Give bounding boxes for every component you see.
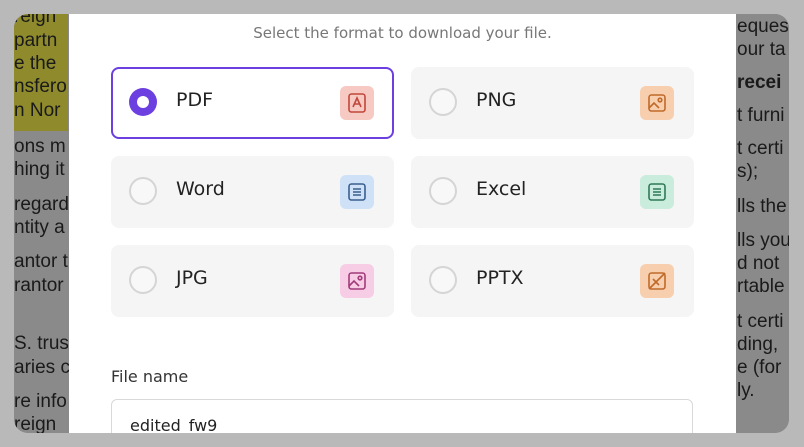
doc-line: t certi (737, 311, 784, 332)
format-option-jpg[interactable]: JPG (111, 245, 394, 317)
doc-line: recei (737, 72, 782, 93)
doc-line: eques (737, 16, 789, 37)
doc-line: n Nor (14, 100, 61, 121)
doc-line: t certi (737, 138, 784, 159)
doc-line: t furni (737, 105, 785, 126)
format-label: PNG (476, 89, 517, 111)
doc-line: reign (14, 414, 57, 433)
radio-button[interactable] (429, 177, 457, 205)
doc-line: rantor (14, 275, 64, 296)
doc-line: regard (14, 194, 69, 215)
spreadsheet-icon (640, 175, 674, 209)
doc-line: reign (14, 14, 57, 27)
format-label: JPG (176, 267, 208, 289)
doc-line: aries c (14, 357, 70, 378)
doc-line: ding, (737, 334, 779, 355)
dialog-subtitle: Select the format to download your file. (253, 24, 552, 42)
image-icon (640, 86, 674, 120)
doc-line: our ta (737, 39, 786, 60)
doc-line: partn (14, 30, 58, 51)
doc-line: ons m (14, 136, 66, 157)
radio-button[interactable] (129, 88, 157, 116)
doc-line: lls you (737, 230, 789, 251)
format-option-word[interactable]: Word (111, 156, 394, 228)
file-name-label: File name (111, 367, 189, 386)
format-label: PDF (176, 89, 214, 111)
doc-line: S. trus (14, 333, 69, 354)
doc-line: re info (14, 391, 67, 412)
format-label: PPTX (476, 267, 524, 289)
doc-line: s); (737, 161, 759, 182)
radio-button[interactable] (129, 177, 157, 205)
doc-line: nsfero (14, 76, 67, 97)
radio-button[interactable] (129, 266, 157, 294)
image-icon (340, 264, 374, 298)
doc-line: rtable (737, 276, 785, 297)
format-option-png[interactable]: PNG (411, 67, 694, 139)
doc-line: hing it (14, 159, 65, 180)
presentation-icon (640, 264, 674, 298)
radio-button[interactable] (429, 88, 457, 116)
format-option-pdf[interactable]: PDF (111, 67, 394, 139)
doc-line: ly. (737, 380, 755, 401)
pdf-icon (340, 86, 374, 120)
download-dialog: Select the format to download your file.… (69, 14, 736, 433)
document-icon (340, 175, 374, 209)
doc-line: d not (737, 253, 780, 274)
doc-line: e the (14, 53, 57, 74)
radio-button[interactable] (429, 266, 457, 294)
format-label: Word (176, 178, 225, 200)
format-label: Excel (476, 178, 527, 200)
format-option-pptx[interactable]: PPTX (411, 245, 694, 317)
screen-frame: reign partn e the nsfero n Nor ons m hin… (14, 14, 789, 433)
format-option-excel[interactable]: Excel (411, 156, 694, 228)
doc-line: lls the (737, 196, 787, 217)
doc-line: ntity a (14, 217, 65, 238)
doc-line: antor t (14, 251, 68, 272)
doc-line: e (for (737, 357, 782, 378)
file-name-input[interactable] (111, 399, 693, 433)
